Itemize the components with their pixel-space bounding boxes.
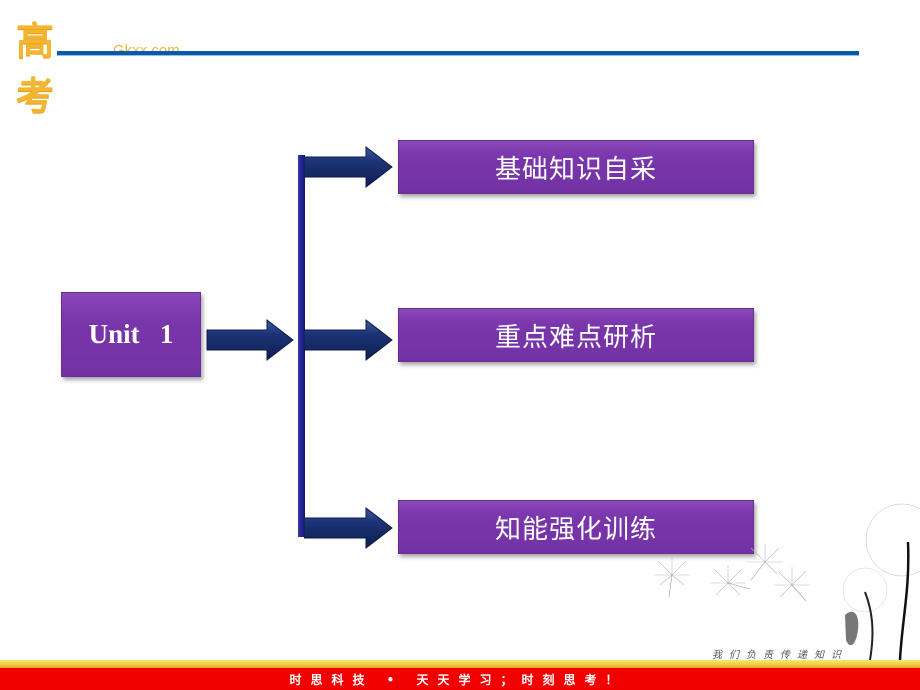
branch-node-label: 基础知识自采	[494, 154, 657, 185]
footer-banner: 时思科技 • 天天学习；时刻思考！	[0, 668, 920, 690]
logo-chinese-text: 高考	[16, 18, 54, 118]
dandelion-decoration-icon	[654, 503, 920, 660]
root-node-unit: Unit 1	[61, 292, 201, 377]
root-arrow-icon	[206, 318, 294, 362]
root-node-label: Unit 1	[88, 319, 174, 349]
branch-arrow-icon	[304, 145, 393, 189]
branch-node-basic-knowledge[interactable]: 基础知识自采	[398, 140, 754, 194]
branch-node-label: 知能强化训练	[494, 514, 657, 545]
branch-arrow-icon	[304, 318, 393, 362]
branch-arrow-icon	[304, 506, 393, 550]
footer-accent-stripe	[0, 660, 920, 668]
branch-node-label: 重点难点研析	[494, 322, 657, 353]
footer-banner-text: 时思科技 • 天天学习；时刻思考！	[289, 672, 627, 687]
header-divider	[57, 51, 859, 56]
branch-node-key-points[interactable]: 重点难点研析	[398, 308, 754, 362]
footer-slogan: 我们负责传递知识	[712, 650, 848, 661]
